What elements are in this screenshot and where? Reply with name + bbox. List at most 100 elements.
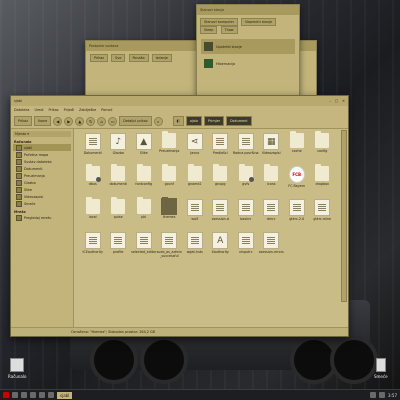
power-option[interactable]: Upotrebi stanje [201, 39, 295, 54]
file-item[interactable]: fontconfig [131, 164, 157, 196]
power-tab[interactable]: Napredni stanje [241, 18, 277, 26]
file-item[interactable]: dbus [80, 164, 106, 196]
file-item[interactable]: profile [106, 232, 132, 262]
file-item[interactable]: local [80, 197, 106, 229]
power-dialog[interactable]: Stanovi stanje Stanovi komputer Napredni… [196, 4, 300, 96]
menu-item[interactable]: Datoteka [14, 108, 30, 112]
list-view-button[interactable]: Detaljni prikaz [119, 116, 152, 126]
back-icon[interactable]: ◀ [53, 116, 63, 126]
maximize-icon[interactable]: □ [335, 99, 338, 103]
sidebar-item[interactable]: Smeće [13, 200, 71, 207]
menu-item[interactable]: Pomoć [101, 108, 112, 112]
taskbar-task[interactable]: sjabl [57, 391, 73, 399]
file-item[interactable]: Radna površina [233, 133, 259, 163]
file-item[interactable]: xinputrc [233, 232, 259, 262]
computer-icon[interactable]: ▭ [108, 116, 118, 126]
launcher-icon[interactable] [21, 392, 27, 398]
file-item[interactable]: config [310, 131, 336, 163]
launcher-icon[interactable] [30, 392, 36, 398]
file-item[interactable]: Dokumenti [80, 133, 106, 163]
forward-icon[interactable]: ▶ [64, 116, 74, 126]
folder-icon [111, 164, 126, 181]
file-item[interactable]: ▦ Videozapisi [259, 133, 285, 163]
settings-tab[interactable]: Izdanje [151, 54, 172, 62]
breadcrumb-item[interactable]: Dokument [226, 116, 252, 126]
launcher-icon[interactable] [48, 392, 54, 398]
file-item[interactable]: dokumenti [106, 164, 132, 196]
breadcrumb-item[interactable]: Primjer [204, 116, 225, 126]
sidebar-item[interactable]: Videozapisi [13, 193, 71, 200]
power-tab[interactable]: Thaw [220, 26, 238, 34]
view-mode-button[interactable]: Prikaz [14, 116, 33, 126]
file-item[interactable]: dmrc [259, 199, 285, 229]
sidebar-item[interactable]: Slike [13, 186, 71, 193]
sidebar-item[interactable]: Glazba [13, 179, 71, 186]
sidebar-dropdown[interactable]: Mjesta ▾ [13, 131, 71, 137]
network-icon[interactable] [370, 392, 377, 398]
file-item[interactable]: gconf [157, 164, 183, 196]
launcher-icon[interactable] [12, 392, 18, 398]
path-toggle[interactable]: ◧ [172, 116, 184, 126]
close-icon[interactable]: ✕ [342, 99, 345, 103]
file-item[interactable]: selected_editor [131, 232, 157, 262]
minimize-icon[interactable]: – [329, 99, 331, 103]
settings-tab[interactable]: Ponaša [128, 54, 149, 62]
menu-item[interactable]: Zabilješke [79, 108, 96, 112]
places-button[interactable]: Ikone [34, 116, 52, 126]
sidebar-item[interactable]: Početna mapa [13, 151, 71, 158]
menu-icon[interactable] [3, 392, 9, 398]
power-option[interactable]: Hibernacija [201, 56, 295, 71]
file-item[interactable]: sudo_as_admin_successful [157, 232, 183, 262]
menu-item[interactable]: Prijeđi [64, 108, 74, 112]
clock[interactable]: 3:57 [388, 393, 397, 398]
file-item[interactable]: ⋖ Javno [182, 133, 208, 163]
sidebar-item[interactable]: Dokumenti [13, 165, 71, 172]
reload-icon[interactable]: ↻ [86, 116, 96, 126]
scrollbar[interactable] [341, 130, 347, 302]
settings-tab[interactable]: Sve [111, 54, 126, 62]
desktop-computer[interactable]: Računalo [8, 358, 26, 379]
desktop-trash[interactable]: Smeće [374, 358, 388, 379]
file-item[interactable]: gnupg [208, 164, 234, 196]
sidebar-item[interactable]: Pregledaj mrežu [13, 214, 71, 221]
file-item[interactable]: pki [131, 197, 157, 229]
volume-icon[interactable] [379, 392, 386, 398]
breadcrumb-item[interactable]: ojalo [185, 116, 203, 126]
home-icon[interactable]: ⌂ [97, 116, 107, 126]
file-item[interactable]: icons [259, 164, 285, 196]
file-item[interactable]: xsession-errors [259, 232, 285, 262]
file-item[interactable]: gvfs [233, 164, 259, 196]
computer-icon [10, 358, 25, 372]
file-item[interactable]: wolf [182, 199, 208, 229]
file-item[interactable]: Predlošci [208, 133, 234, 163]
file-item[interactable]: themes [157, 197, 183, 229]
file-item[interactable]: Preuzimanja [157, 131, 183, 163]
up-icon[interactable]: ▲ [75, 116, 85, 126]
sidebar-item[interactable]: Sustav datoteka [13, 158, 71, 165]
power-tab[interactable]: Sleep [200, 26, 218, 34]
file-item[interactable]: ▲ Slike [131, 133, 157, 163]
file-item[interactable]: ♪ Glazba [106, 133, 132, 163]
file-manager-window[interactable]: sjabl – □ ✕ Datoteka Uredi Prikaz Prijeđ… [10, 95, 349, 337]
launcher-icon[interactable] [39, 392, 45, 398]
file-item[interactable]: xsession.d [208, 199, 234, 229]
network-icon [16, 214, 22, 221]
settings-tab[interactable]: Prikaz [90, 54, 109, 62]
file-item[interactable]: gnome2 [182, 164, 208, 196]
file-item[interactable]: ICEauthority [80, 232, 106, 262]
sidebar-item[interactable]: sjabl [13, 144, 71, 151]
menu-item[interactable]: Prikaz [48, 108, 58, 112]
search-icon[interactable]: ⌕ [153, 116, 163, 126]
sidebar-item[interactable]: Preuzimanja [13, 172, 71, 179]
file-item[interactable]: pulse [106, 197, 132, 229]
file-item[interactable]: dropbox [310, 164, 336, 196]
file-item[interactable]: FCB FC Bayern [284, 166, 310, 196]
file-item[interactable]: gtkrc.mine [310, 199, 336, 229]
file-item[interactable]: A Xauthority [208, 232, 234, 262]
file-item[interactable]: wget-hsts [182, 232, 208, 262]
file-item[interactable]: cache [284, 131, 310, 163]
file-item[interactable]: bashrc [233, 199, 259, 229]
file-item[interactable]: gtkrc-2.0 [284, 199, 310, 229]
menu-item[interactable]: Uredi [35, 108, 44, 112]
power-tab[interactable]: Stanovi komputer [200, 18, 239, 26]
